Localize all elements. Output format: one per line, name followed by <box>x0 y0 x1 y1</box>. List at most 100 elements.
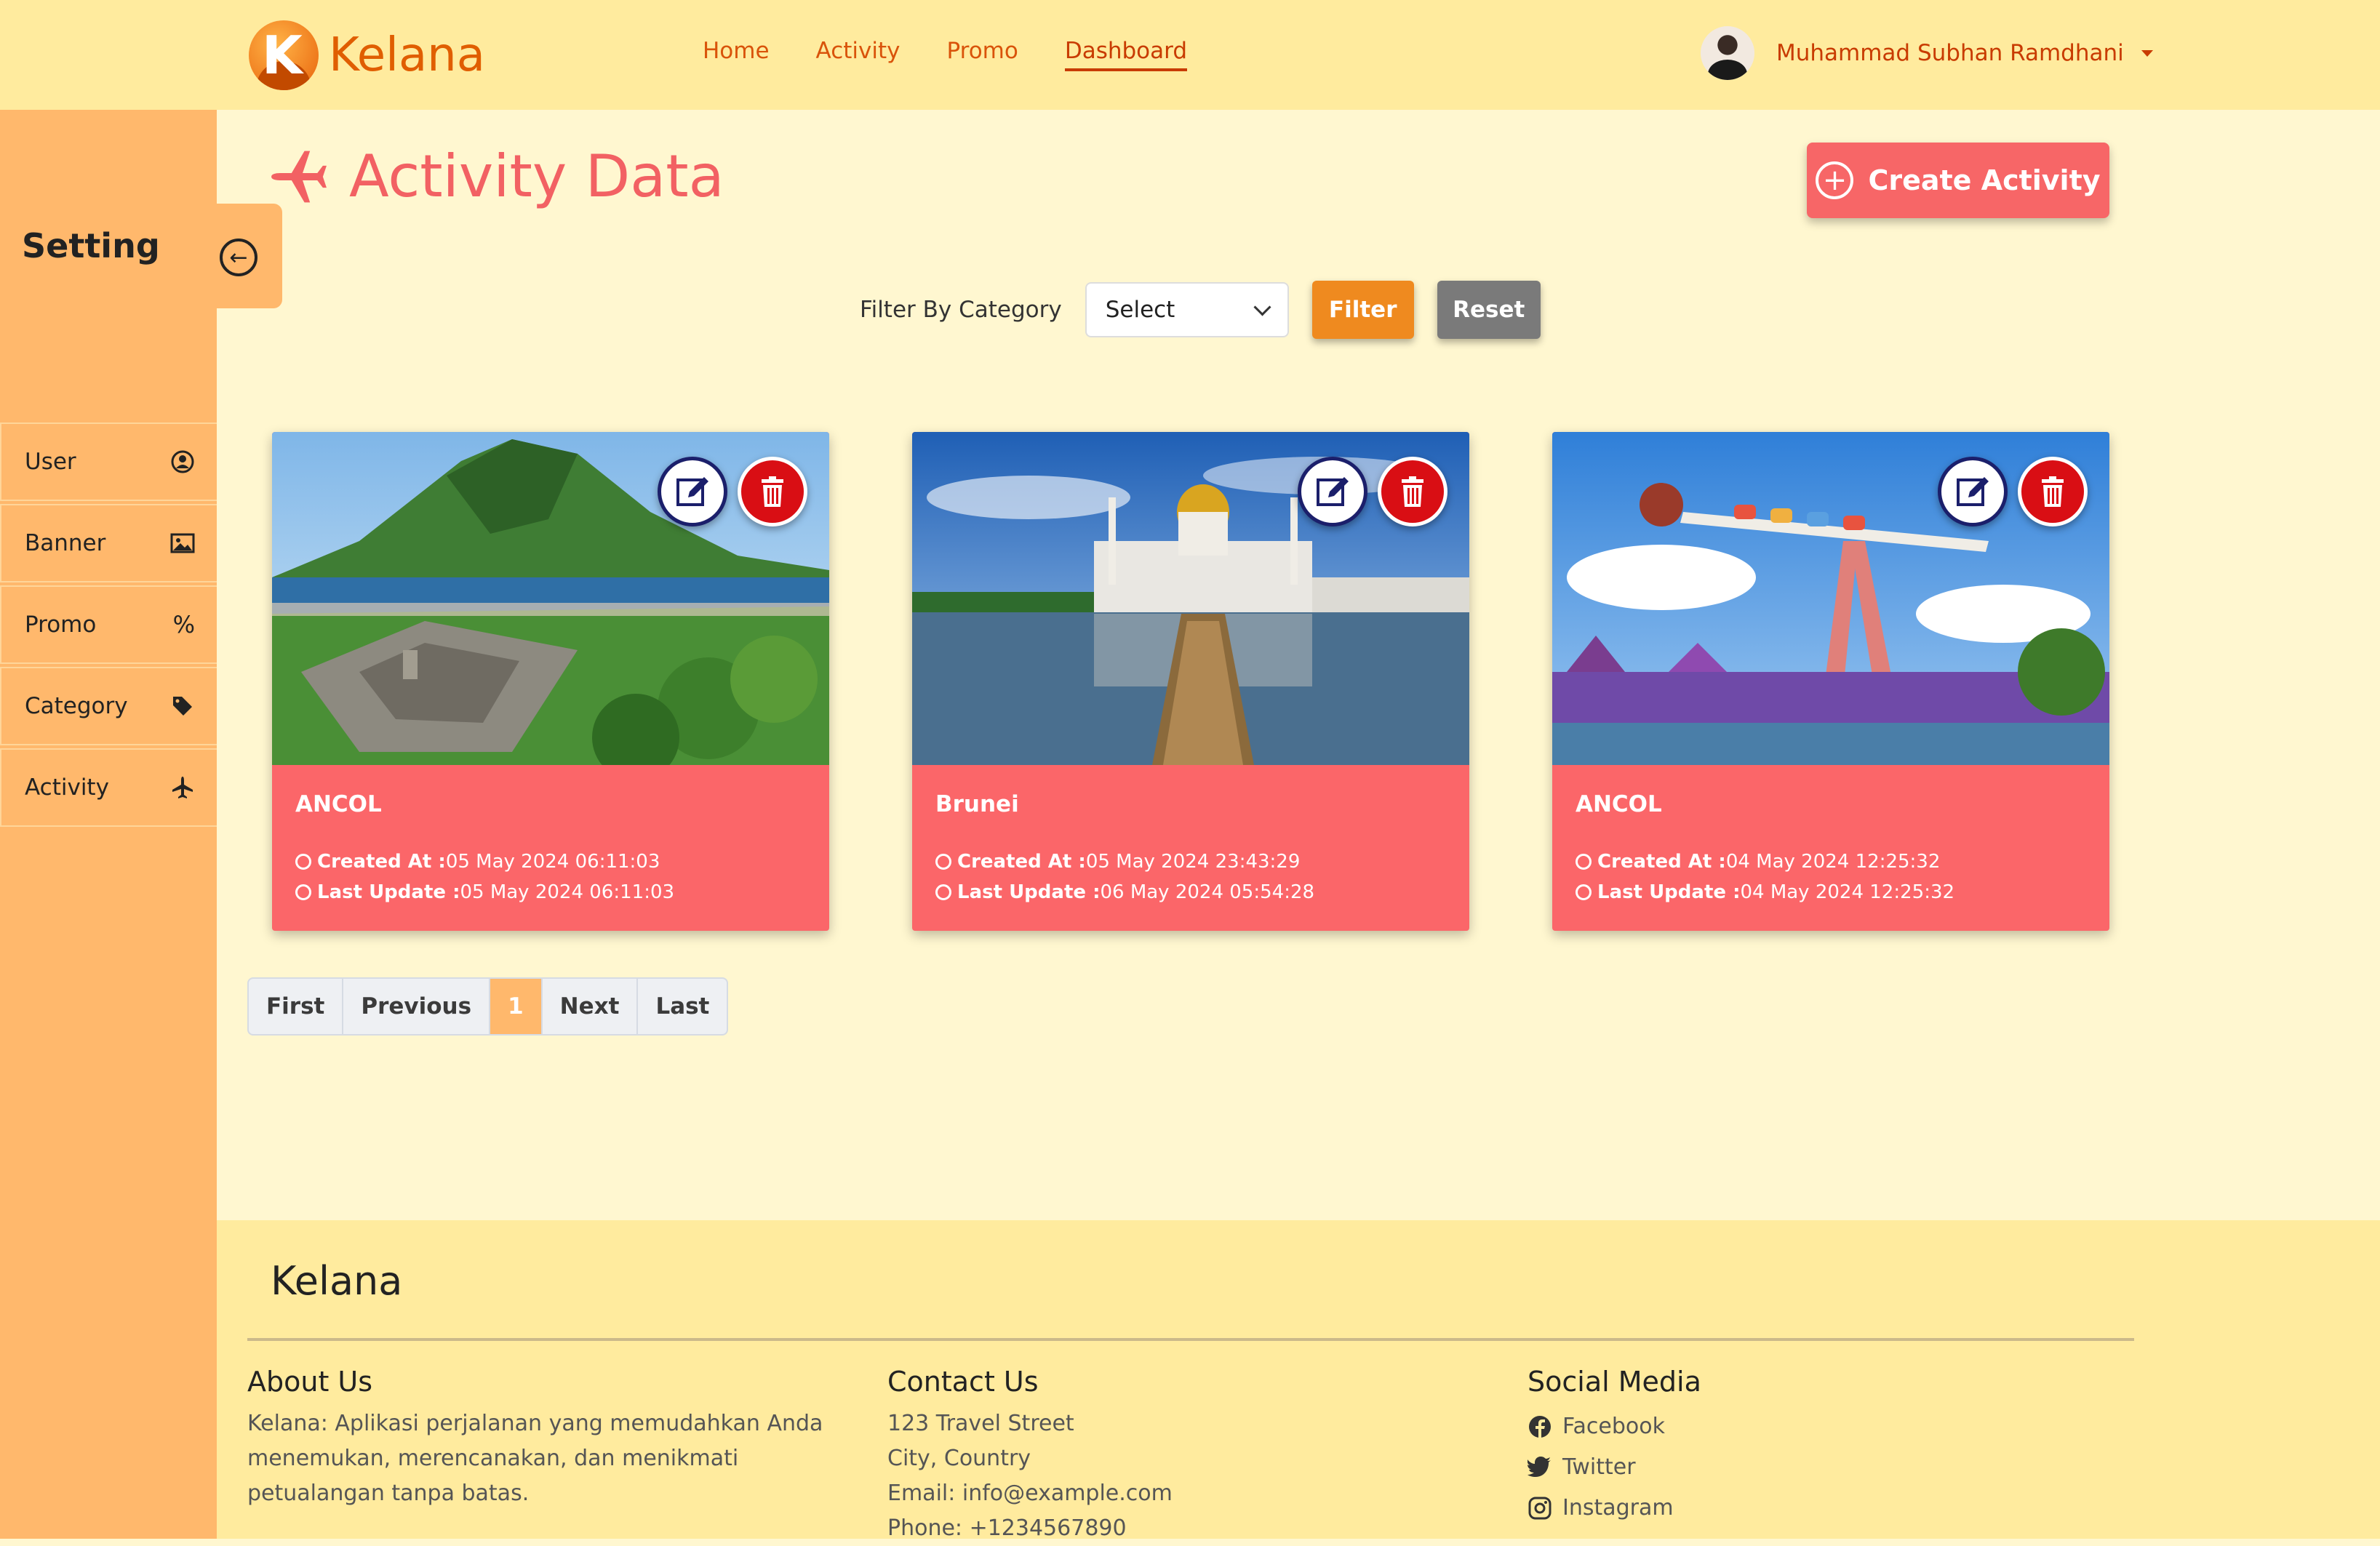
sidebar-item-user[interactable]: User <box>0 422 217 501</box>
footer-brand: Kelana <box>271 1258 403 1304</box>
trash-icon <box>1402 476 1423 507</box>
last-update: 06 May 2024 05:54:28 <box>1100 881 1315 903</box>
edit-icon <box>676 477 708 506</box>
nav-home[interactable]: Home <box>703 38 770 71</box>
delete-button[interactable] <box>1378 457 1447 526</box>
created-label: Created At : <box>317 851 446 873</box>
social-label: Twitter <box>1562 1454 1636 1480</box>
pagination-first[interactable]: First <box>249 979 344 1034</box>
pagination-previous[interactable]: Previous <box>343 979 491 1034</box>
pagination-next[interactable]: Next <box>543 979 639 1034</box>
avatar[interactable] <box>1701 26 1754 80</box>
social-title: Social Media <box>1528 1366 1701 1398</box>
pagination-page-current[interactable]: 1 <box>490 979 543 1034</box>
nav-promo[interactable]: Promo <box>946 38 1018 71</box>
contact-city: City, Country <box>887 1446 1031 1471</box>
social-label: Facebook <box>1562 1414 1665 1439</box>
sidebar: Setting User Banner Promo % Category Act… <box>0 110 217 1539</box>
activity-card[interactable]: Brunei Created At :05 May 2024 23:43:29 … <box>912 432 1469 931</box>
last-update: 04 May 2024 12:25:32 <box>1740 881 1955 903</box>
clock-icon <box>295 884 311 900</box>
about-title: About Us <box>247 1366 373 1398</box>
activity-card[interactable]: ANCOL Created At :04 May 2024 12:25:32 L… <box>1552 432 2109 931</box>
clock-icon <box>1576 884 1592 900</box>
social-link-twitter[interactable]: Twitter <box>1528 1447 2124 1488</box>
top-navbar: K Kelana Home Activity Promo Dashboard M… <box>0 0 2380 110</box>
last-update: 05 May 2024 06:11:03 <box>460 881 675 903</box>
user-menu[interactable]: Muhammad Subhan Ramdhani <box>1701 26 2153 80</box>
brand-logo[interactable]: K Kelana <box>249 20 485 90</box>
footer-about: About Us Kelana: Aplikasi perjalanan yan… <box>247 1366 844 1511</box>
user-circle-icon <box>171 450 194 473</box>
nav-dashboard[interactable]: Dashboard <box>1064 38 1188 71</box>
edit-button[interactable] <box>658 457 727 526</box>
filter-bar: Filter By Category Select Filter Reset <box>860 281 1541 339</box>
user-name[interactable]: Muhammad Subhan Ramdhani <box>1776 40 2124 66</box>
updated-label: Last Update : <box>317 881 460 903</box>
caret-down-icon[interactable] <box>2141 49 2153 57</box>
kelana-logo-icon: K <box>249 20 319 90</box>
delete-button[interactable] <box>2018 457 2088 526</box>
contact-phone: Phone: +1234567890 <box>887 1515 1127 1541</box>
nav-activity[interactable]: Activity <box>816 38 901 71</box>
percent-icon: % <box>172 611 195 638</box>
create-activity-label: Create Activity <box>1868 164 2101 196</box>
trash-icon <box>762 476 783 507</box>
activity-title: ANCOL <box>295 791 382 817</box>
clock-icon <box>935 854 951 870</box>
pagination: First Previous 1 Next Last <box>247 977 729 1036</box>
contact-title: Contact Us <box>887 1366 1039 1398</box>
activity-image <box>272 432 829 765</box>
edit-button[interactable] <box>1938 457 2008 526</box>
social-link-instagram[interactable]: Instagram <box>1528 1488 2124 1529</box>
footer: Kelana About Us Kelana: Aplikasi perjala… <box>217 1220 2380 1541</box>
created-at: 04 May 2024 12:25:32 <box>1725 851 1941 873</box>
twitter-icon <box>1528 1457 1551 1477</box>
sidebar-item-category[interactable]: Category <box>0 667 217 745</box>
updated-label: Last Update : <box>1597 881 1741 903</box>
sidebar-item-label: Category <box>25 693 128 719</box>
clock-icon <box>295 854 311 870</box>
brand-name: Kelana <box>329 28 485 82</box>
contact-email: Email: info@example.com <box>887 1481 1173 1506</box>
filter-label: Filter By Category <box>860 297 1062 323</box>
create-activity-button[interactable]: + Create Activity <box>1807 143 2109 218</box>
image-icon <box>170 533 195 553</box>
sidebar-item-promo[interactable]: Promo % <box>0 585 217 664</box>
plus-circle-icon: + <box>1816 161 1854 199</box>
footer-contact: Contact Us 123 Travel Street City, Count… <box>887 1366 1484 1546</box>
reset-button[interactable]: Reset <box>1437 281 1541 339</box>
created-at: 05 May 2024 06:11:03 <box>445 851 660 873</box>
activity-title: Brunei <box>935 791 1019 817</box>
instagram-icon <box>1528 1497 1552 1520</box>
edit-button[interactable] <box>1298 457 1367 526</box>
contact-address: 123 Travel Street <box>887 1411 1074 1436</box>
plane-icon <box>271 151 327 202</box>
page-title: Activity Data <box>268 143 724 210</box>
category-select-value: Select <box>1105 297 1175 323</box>
sidebar-item-banner[interactable]: Banner <box>0 504 217 582</box>
arrow-left-icon[interactable]: ← <box>220 239 257 276</box>
filter-button[interactable]: Filter <box>1311 281 1414 339</box>
activity-title: ANCOL <box>1576 791 1662 817</box>
page-heading: Activity Data <box>349 143 724 210</box>
sidebar-item-activity[interactable]: Activity <box>0 748 217 827</box>
activity-image <box>912 432 1469 765</box>
social-link-facebook[interactable]: Facebook <box>1528 1406 2124 1447</box>
plane-icon <box>172 777 193 798</box>
activity-card[interactable]: ANCOL Created At :05 May 2024 06:11:03 L… <box>272 432 829 931</box>
clock-icon <box>1576 854 1592 870</box>
created-at: 05 May 2024 23:43:29 <box>1085 851 1301 873</box>
pagination-last[interactable]: Last <box>638 979 727 1034</box>
updated-label: Last Update : <box>957 881 1101 903</box>
footer-social: Social Media Facebook Twitter Instagram <box>1528 1366 2124 1529</box>
delete-button[interactable] <box>738 457 807 526</box>
sidebar-item-label: Banner <box>25 530 106 556</box>
about-text: Kelana: Aplikasi perjalanan yang memudah… <box>247 1411 823 1506</box>
category-select[interactable]: Select <box>1085 282 1289 337</box>
social-label: Instagram <box>1562 1495 1674 1521</box>
facebook-icon <box>1529 1416 1551 1438</box>
sidebar-menu: User Banner Promo % Category Activity <box>0 422 217 830</box>
sidebar-collapse-button[interactable]: ← <box>217 204 282 308</box>
activity-image <box>1552 432 2109 765</box>
